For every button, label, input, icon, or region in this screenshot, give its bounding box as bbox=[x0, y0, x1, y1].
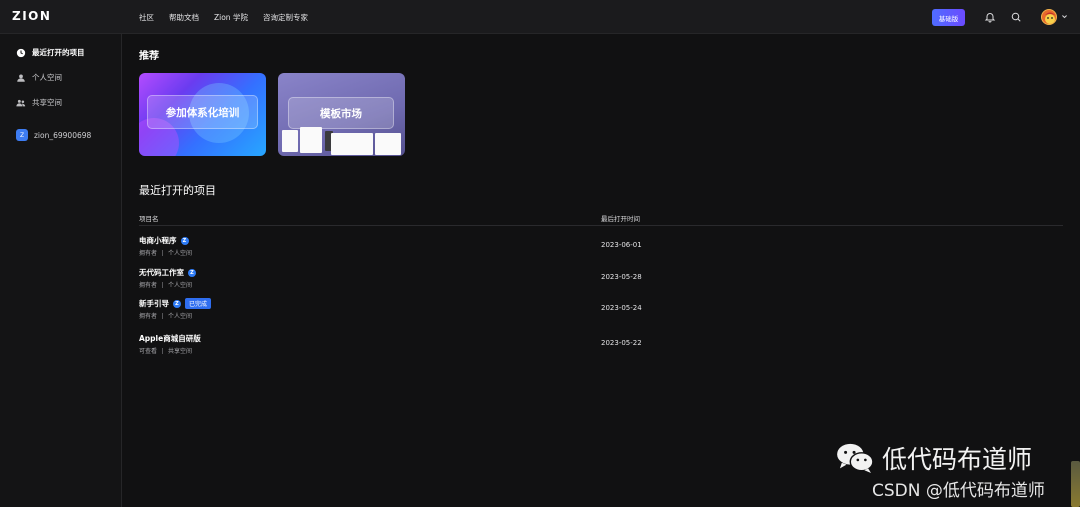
project-name: Apple商城自研版 bbox=[139, 333, 201, 344]
status-badge: 已完成 bbox=[185, 298, 212, 309]
zion-project-icon: Z bbox=[180, 236, 189, 245]
nav-community[interactable]: 社区 bbox=[139, 12, 154, 23]
project-date: 2023-06-01 bbox=[601, 241, 642, 249]
project-name: 新手引导 Z 已完成 bbox=[139, 298, 212, 309]
project-space: 共享空间 bbox=[168, 348, 193, 355]
project-role: 拥有者 bbox=[139, 250, 158, 257]
nav-consult-expert[interactable]: 咨询定制专家 bbox=[263, 12, 308, 23]
project-meta: 拥有者 个人空间 bbox=[139, 311, 192, 320]
project-meta: 可查看 共享空间 bbox=[139, 346, 192, 355]
table-row[interactable]: 电商小程序 Z 拥有者 个人空间 2023-06-01 bbox=[139, 235, 1063, 265]
table-divider bbox=[139, 225, 1063, 226]
column-header-name: 项目名 bbox=[139, 215, 159, 223]
meta-separator bbox=[162, 249, 164, 256]
bell-icon[interactable] bbox=[984, 11, 996, 23]
recommend-title: 推荐 bbox=[139, 51, 159, 62]
project-role: 拥有者 bbox=[139, 313, 158, 320]
project-title: Apple商城自研版 bbox=[139, 334, 201, 343]
zion-project-icon: Z bbox=[188, 268, 196, 277]
wechat-icon bbox=[837, 443, 874, 474]
table-row[interactable]: 无代码工作室 Z 拥有者 个人空间 2023-05-28 bbox=[139, 267, 1063, 297]
template-thumbnail bbox=[331, 133, 373, 155]
project-date: 2023-05-24 bbox=[601, 304, 642, 312]
table-row[interactable]: 新手引导 Z 已完成 拥有者 个人空间 2023-05-24 bbox=[139, 298, 1063, 328]
recent-projects-title: 最近打开的项目 bbox=[139, 184, 216, 197]
project-date: 2023-05-22 bbox=[601, 339, 642, 347]
template-thumbnail bbox=[282, 130, 298, 152]
sidebar-item-label: 共享空间 bbox=[32, 98, 62, 107]
table-row[interactable]: Apple商城自研版 可查看 共享空间 2023-05-22 bbox=[139, 333, 1063, 363]
sidebar-workspace[interactable]: Z zion_69900698 bbox=[16, 129, 91, 141]
project-title: 新手引导 bbox=[139, 299, 169, 308]
clock-icon bbox=[16, 48, 26, 57]
nav-zion-academy[interactable]: Zion 学院 bbox=[214, 12, 248, 23]
user-icon bbox=[17, 73, 25, 82]
sidebar-item-recent[interactable]: 最近打开的项目 bbox=[16, 47, 85, 58]
template-market-card[interactable]: 模板市场 bbox=[278, 73, 405, 156]
meta-separator bbox=[162, 312, 164, 319]
zion-project-icon: Z bbox=[173, 299, 181, 308]
project-date: 2023-05-28 bbox=[601, 273, 642, 281]
sidebar-item-shared[interactable]: 共享空间 bbox=[16, 97, 62, 108]
project-space: 个人空间 bbox=[168, 313, 193, 320]
users-icon bbox=[16, 99, 26, 106]
project-role: 可查看 bbox=[139, 348, 158, 355]
zion-logo[interactable]: ZION bbox=[12, 9, 51, 23]
project-title: 电商小程序 bbox=[139, 236, 177, 245]
template-thumbnail bbox=[375, 133, 401, 155]
sidebar: 最近打开的项目 个人空间 共享空间 Z zion_69900698 bbox=[0, 34, 122, 507]
top-bar: ZION 社区 帮助文档 Zion 学院 咨询定制专家 基础版 bbox=[0, 0, 1080, 34]
top-nav: 社区 帮助文档 Zion 学院 咨询定制专家 bbox=[139, 12, 308, 23]
plan-button[interactable]: 基础版 bbox=[932, 9, 965, 26]
template-market-label: 模板市场 bbox=[288, 97, 394, 129]
user-avatar[interactable] bbox=[1041, 9, 1057, 25]
sidebar-item-label: 个人空间 bbox=[32, 73, 62, 82]
training-card-label: 参加体系化培训 bbox=[147, 95, 258, 129]
watermark-source: CSDN @低代码布道师 bbox=[872, 481, 1045, 501]
sidebar-item-label: 最近打开的项目 bbox=[32, 48, 85, 57]
project-meta: 拥有者 个人空间 bbox=[139, 248, 192, 257]
meta-separator bbox=[162, 347, 164, 354]
project-name: 无代码工作室 Z bbox=[139, 267, 196, 278]
edge-strip bbox=[1071, 461, 1080, 507]
search-icon[interactable] bbox=[1010, 11, 1022, 23]
project-name: 电商小程序 Z bbox=[139, 235, 189, 246]
template-thumbnail bbox=[300, 127, 322, 153]
column-header-time: 最后打开时间 bbox=[601, 215, 640, 223]
project-role: 拥有者 bbox=[139, 282, 158, 289]
training-card[interactable]: 参加体系化培训 bbox=[139, 73, 266, 156]
chevron-down-icon[interactable] bbox=[1061, 13, 1068, 20]
project-space: 个人空间 bbox=[168, 282, 193, 289]
sidebar-item-personal[interactable]: 个人空间 bbox=[16, 72, 62, 83]
nav-help-docs[interactable]: 帮助文档 bbox=[169, 12, 199, 23]
workspace-label: zion_69900698 bbox=[34, 130, 92, 140]
workspace-badge: Z bbox=[16, 129, 28, 141]
watermark-title: 低代码布道师 bbox=[882, 445, 1033, 474]
project-title: 无代码工作室 bbox=[139, 268, 184, 277]
meta-separator bbox=[162, 281, 164, 288]
project-space: 个人空间 bbox=[168, 250, 193, 257]
project-meta: 拥有者 个人空间 bbox=[139, 280, 192, 289]
